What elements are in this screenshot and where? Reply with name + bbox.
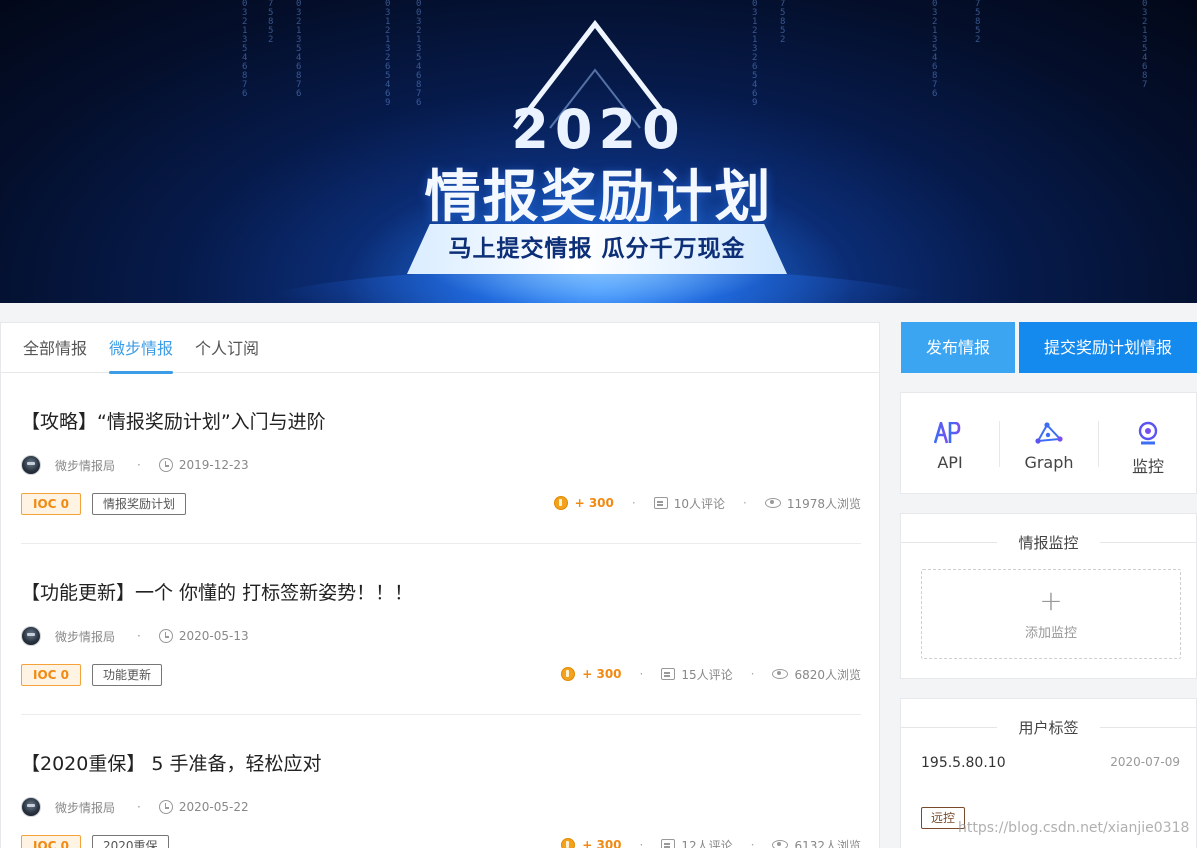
post-tag[interactable]: 情报奖励计划 xyxy=(92,493,187,515)
tools-card: API Graph 监控 xyxy=(900,392,1197,494)
tool-api[interactable]: API xyxy=(901,393,999,493)
banner-headline: 情报奖励计划 xyxy=(424,165,773,230)
post-title[interactable]: 【2020重保】 5 手准备，轻松应对 xyxy=(21,749,322,776)
tagged-ip[interactable]: 195.5.80.10 xyxy=(921,755,1006,771)
post-tags: IOC 0 情报奖励计划 xyxy=(21,493,187,515)
post-meta: 微步情报局 · 2019-12-23 xyxy=(21,455,249,475)
feed-post: 【攻略】“情报奖励计划”入门与进阶 微步情报局 · 2019-12-23 IOC… xyxy=(21,373,861,544)
ioc-count-badge: IOC 0 xyxy=(21,664,81,686)
card-title: 用户标签 xyxy=(901,717,1196,738)
post-tag[interactable]: 2020重保 xyxy=(92,835,169,848)
comment-count[interactable]: 12人评论 xyxy=(681,837,732,848)
tab-subscriptions[interactable]: 个人订阅 xyxy=(195,323,259,373)
graph-icon xyxy=(1000,421,1098,445)
publish-intel-button[interactable]: 发布情报 xyxy=(901,322,1015,373)
post-stats: + 300 · 12人评论 · 6132人浏览 xyxy=(561,836,861,848)
comment-icon xyxy=(661,668,676,680)
post-tags: IOC 0 功能更新 xyxy=(21,664,163,686)
tag-date: 2020-07-09 xyxy=(1110,755,1180,769)
separator-dot: · xyxy=(137,800,141,814)
post-tags: IOC 0 2020重保 xyxy=(21,835,169,848)
separator-dot: · xyxy=(631,496,636,510)
code-rain-column: 031213265469 xyxy=(752,0,758,108)
post-author[interactable]: 微步情报局 xyxy=(55,799,115,816)
post-author[interactable]: 微步情报局 xyxy=(55,457,115,474)
tab-all-intel[interactable]: 全部情报 xyxy=(23,323,87,373)
separator-dot: · xyxy=(750,667,755,681)
separator-dot: · xyxy=(750,838,755,848)
code-rain-column: 03213546876 xyxy=(296,0,302,99)
coin-icon xyxy=(553,496,568,510)
separator-dot: · xyxy=(137,458,141,472)
post-date: 2020-05-22 xyxy=(178,800,249,814)
code-rain-column: 75852 xyxy=(268,0,274,45)
ioc-count-badge: IOC 0 xyxy=(21,835,81,848)
api-icon xyxy=(901,421,999,445)
comment-count[interactable]: 15人评论 xyxy=(681,666,732,683)
code-rain-column: 003213546876 xyxy=(416,0,422,108)
separator-dot: · xyxy=(639,838,644,848)
hero-banner[interactable]: 03213546876 75852 03213546876 0312132654… xyxy=(0,0,1197,303)
comment-icon xyxy=(661,839,676,848)
separator-dot: · xyxy=(137,629,141,643)
comment-icon xyxy=(653,497,668,509)
post-meta: 微步情报局 · 2020-05-13 xyxy=(21,626,249,646)
eye-icon xyxy=(772,840,789,848)
code-rain-column: 03213546876 xyxy=(242,0,248,99)
add-monitor-label: 添加监控 xyxy=(1024,626,1077,641)
post-date: 2020-05-13 xyxy=(178,629,249,643)
avatar[interactable] xyxy=(21,626,41,646)
watermark: https://blog.csdn.net/xianjie0318 xyxy=(958,820,1190,836)
comment-count[interactable]: 10人评论 xyxy=(674,495,725,512)
code-rain-column: 75852 xyxy=(780,0,786,45)
post-author[interactable]: 微步情报局 xyxy=(55,628,115,645)
tab-threatbook-intel[interactable]: 微步情报 xyxy=(109,323,174,374)
view-count: 6820人浏览 xyxy=(794,667,861,682)
intel-monitor-card: 情报监控 + 添加监控 xyxy=(900,513,1197,679)
banner-slogan: 马上提交情报 瓜分千万现金 xyxy=(448,236,746,262)
monitor-icon xyxy=(1099,421,1197,445)
separator-dot: · xyxy=(639,667,644,681)
view-count: 6132人浏览 xyxy=(794,838,861,848)
clock-icon xyxy=(158,629,173,643)
coin-icon xyxy=(561,838,576,848)
card-title: 情报监控 xyxy=(901,532,1196,553)
eye-icon xyxy=(772,669,789,679)
avatar[interactable] xyxy=(21,797,41,817)
clock-icon xyxy=(158,800,173,814)
reward-points: + 300 xyxy=(574,496,614,510)
code-rain-column: 031213265469 xyxy=(385,0,391,108)
tool-label: Graph xyxy=(1024,453,1074,472)
tool-label: 监控 xyxy=(1131,457,1164,476)
plus-icon: + xyxy=(1039,584,1063,617)
code-rain-column: 75852 xyxy=(975,0,981,45)
post-stats: + 300 · 15人评论 · 6820人浏览 xyxy=(561,665,861,683)
code-rain-column: 03213546876 xyxy=(932,0,938,99)
reward-points: + 300 xyxy=(582,667,622,681)
reward-points: + 300 xyxy=(582,838,622,848)
post-meta: 微步情报局 · 2020-05-22 xyxy=(21,797,249,817)
view-count: 11978人浏览 xyxy=(786,496,861,511)
coin-icon xyxy=(561,667,576,681)
feed-tabs: 全部情报 微步情报 个人订阅 xyxy=(1,323,879,374)
submit-reward-intel-button[interactable]: 提交奖励计划情报 xyxy=(1019,322,1197,373)
feed-post: 【2020重保】 5 手准备，轻松应对 微步情报局 · 2020-05-22 I… xyxy=(21,715,861,848)
separator-dot: · xyxy=(742,496,747,510)
post-title[interactable]: 【攻略】“情报奖励计划”入门与进阶 xyxy=(21,407,326,434)
post-date: 2019-12-23 xyxy=(178,458,249,472)
eye-icon xyxy=(764,498,781,508)
avatar[interactable] xyxy=(21,455,41,475)
intel-feed-panel: 全部情报 微步情报 个人订阅 【攻略】“情报奖励计划”入门与进阶 微步情报局 ·… xyxy=(0,322,880,848)
post-tag[interactable]: 功能更新 xyxy=(92,664,163,686)
post-stats: + 300 · 10人评论 · 11978人浏览 xyxy=(553,494,861,512)
code-rain-column: 0321354687 xyxy=(1142,0,1148,90)
tool-label: API xyxy=(937,453,963,472)
ioc-count-badge: IOC 0 xyxy=(21,493,81,515)
tool-monitor[interactable]: 监控 xyxy=(1099,393,1197,493)
post-title[interactable]: 【功能更新】一个 你懂的 打标签新姿势！！！ xyxy=(21,578,413,605)
feed-post: 【功能更新】一个 你懂的 打标签新姿势！！！ 微步情报局 · 2020-05-1… xyxy=(21,544,861,715)
clock-icon xyxy=(158,458,173,472)
add-monitor-button[interactable]: + 添加监控 xyxy=(921,569,1181,659)
tool-graph[interactable]: Graph xyxy=(1000,393,1098,493)
